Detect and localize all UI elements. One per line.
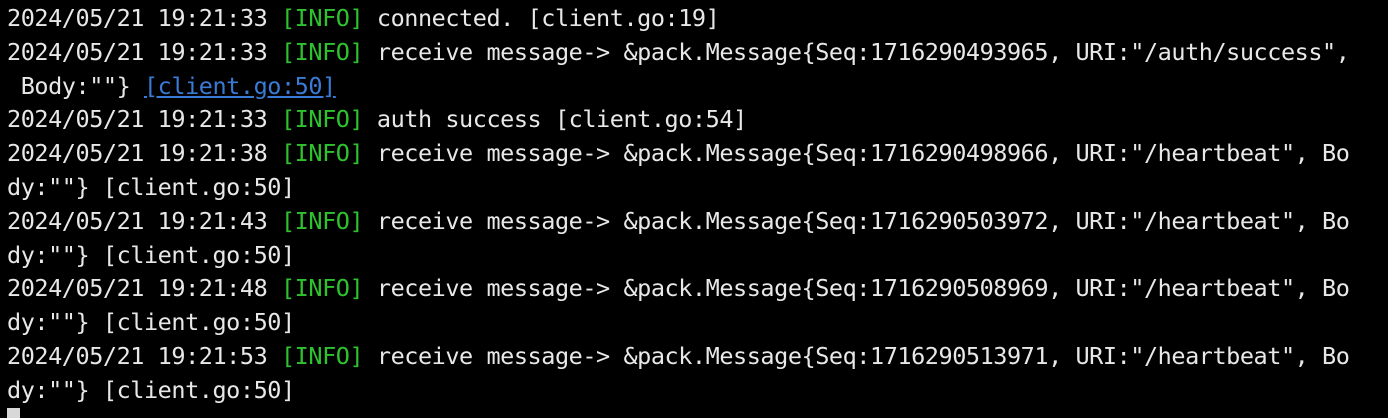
log-message: receive message-> &pack.Message{Seq:1716…: [363, 341, 1350, 370]
log-line: 2024/05/21 19:21:43 [INFO] receive messa…: [7, 205, 1388, 239]
log-level-tag: [INFO]: [280, 341, 364, 370]
log-line: 2024/05/21 19:21:33 [INFO] receive messa…: [7, 36, 1388, 70]
log-line-continuation: Body:""} [client.go:50]: [7, 70, 1388, 104]
source-file-link[interactable]: [client.go:50]: [144, 72, 336, 100]
log-line-continuation: dy:""} [client.go:50]: [7, 374, 1388, 408]
log-timestamp: 2024/05/21 19:21:48: [7, 274, 281, 303]
log-message: auth success [client.go:54]: [363, 105, 747, 134]
log-line: 2024/05/21 19:21:48 [INFO] receive messa…: [7, 272, 1388, 306]
log-level-tag: [INFO]: [280, 37, 364, 66]
log-line-continuation: dy:""} [client.go:50]: [7, 171, 1388, 205]
log-timestamp: 2024/05/21 19:21:33: [7, 105, 281, 134]
log-level-tag: [INFO]: [280, 139, 364, 168]
log-line: 2024/05/21 19:21:33 [INFO] connected. [c…: [7, 2, 1388, 36]
log-message: connected. [client.go:19]: [363, 4, 720, 32]
log-timestamp: 2024/05/21 19:21:33: [7, 37, 281, 66]
log-level-tag: [INFO]: [280, 105, 364, 134]
log-message: receive message-> &pack.Message{Seq:1716…: [363, 206, 1350, 235]
log-timestamp: 2024/05/21 19:21:33: [7, 4, 281, 32]
log-level-tag: [INFO]: [280, 4, 364, 32]
log-message-continuation: Body:""}: [7, 71, 144, 100]
log-timestamp: 2024/05/21 19:21:38: [7, 139, 281, 168]
terminal-cursor: [7, 408, 20, 418]
log-message-continuation: dy:""} [client.go:50]: [7, 375, 295, 404]
log-line: 2024/05/21 19:21:53 [INFO] receive messa…: [7, 340, 1388, 374]
log-line: 2024/05/21 19:21:33 [INFO] auth success …: [7, 103, 1388, 137]
log-timestamp: 2024/05/21 19:21:43: [7, 206, 281, 235]
log-message-continuation: dy:""} [client.go:50]: [7, 172, 295, 201]
log-level-tag: [INFO]: [280, 206, 364, 235]
log-line-continuation: dy:""} [client.go:50]: [7, 306, 1388, 340]
log-timestamp: 2024/05/21 19:21:53: [7, 341, 281, 370]
log-message: receive message-> &pack.Message{Seq:1716…: [363, 274, 1350, 303]
terminal-output[interactable]: 2024/05/21 19:21:33 [INFO] connected. [c…: [0, 0, 1388, 418]
log-line: 2024/05/21 19:21:38 [INFO] receive messa…: [7, 137, 1388, 171]
log-message-continuation: dy:""} [client.go:50]: [7, 308, 295, 337]
log-level-tag: [INFO]: [280, 274, 364, 303]
log-message: receive message-> &pack.Message{Seq:1716…: [363, 139, 1350, 168]
log-line-continuation: dy:""} [client.go:50]: [7, 239, 1388, 273]
log-message-continuation: dy:""} [client.go:50]: [7, 240, 295, 269]
log-message: receive message-> &pack.Message{Seq:1716…: [363, 37, 1350, 66]
